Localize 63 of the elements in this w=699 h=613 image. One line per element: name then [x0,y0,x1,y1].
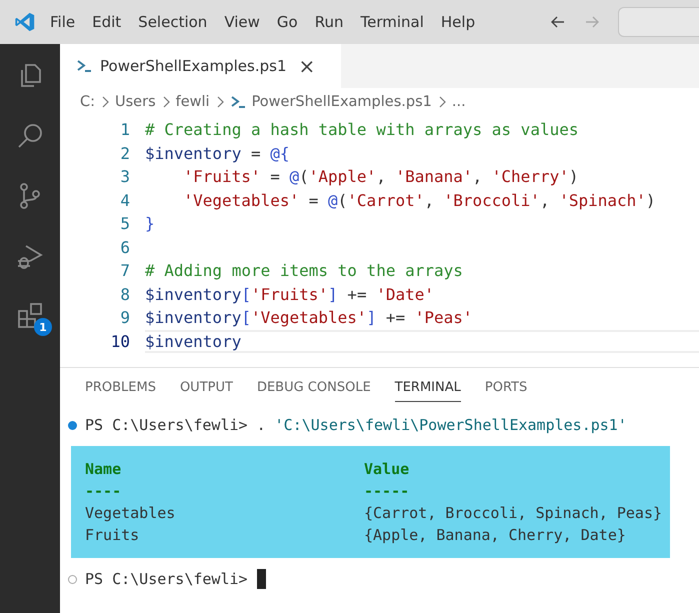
app-logo-icon[interactable] [14,11,36,33]
activity-button[interactable]: 1 [8,296,52,336]
code-line: $inventory['Vegetables'] += 'Peas' [145,308,473,328]
menu-item[interactable]: Selection [138,13,208,31]
menu-item[interactable]: Go [276,13,298,31]
column-header: Name [85,460,122,478]
chevron-icon [438,96,446,108]
line-number: 2 [119,144,131,163]
panel-tab[interactable]: TERMINAL [394,380,461,402]
powershell-icon [76,58,92,74]
breadcrumb-item[interactable]: Users [115,94,156,110]
search-icon [16,122,44,150]
menu-item[interactable]: Help [440,13,476,31]
terminal-prompt: PS C:\Users\fewli> [85,570,248,588]
header-underline: ----- [364,482,410,500]
chevron-icon [101,96,110,108]
panel-tab[interactable]: OUTPUT [180,380,233,402]
line-number: 8 [119,284,131,304]
menu-item[interactable]: View [224,13,260,31]
menu-item[interactable]: Edit [92,13,122,31]
panel-tab[interactable]: PORTS [484,380,528,402]
line-number: 10 [110,332,131,351]
table-cell: {Apple, Banana, Cherry, Date} [364,526,626,544]
code-line: $inventory['Fruits'] += 'Date' [145,284,434,304]
line-number: 1 [119,120,131,140]
code-line: # Adding more items to the arrays [145,261,463,280]
table-cell-text: Fruits [85,526,140,544]
line-number: 9 [119,308,131,328]
code-line: # Creating a hash table with arrays as values [145,120,578,140]
line-number: 3 [119,167,131,186]
table-cell-text: Vegetables [85,504,176,522]
tab-label: PowerShellExamples.ps1 [100,57,286,75]
code-line: } [145,214,155,234]
menu-item[interactable]: File [50,13,76,31]
back-arrow-icon[interactable] [550,14,566,30]
breadcrumb-item[interactable]: C: [80,94,96,110]
line-number: 4 [119,190,131,210]
table-cell: {Carrot, Broccoli, Spinach, Peas} [364,504,662,522]
chevron-icon [162,96,170,108]
breadcrumb-item[interactable]: ... [452,94,466,110]
notification-badge: 1 [34,318,52,336]
code-line: 'Vegetables' = @('Carrot', 'Broccoli', 'Spinach') [184,190,656,210]
breadcrumb-item[interactable]: PowerShellExamples.ps1 [252,94,432,110]
code-line: 'Fruits' = @('Apple', 'Banana', 'Cherry') [184,167,578,186]
column-header: Value [364,460,410,478]
extensions-icon [16,302,44,330]
panel-tab[interactable]: DEBUG CONSOLE [256,380,371,402]
header-underline: ---- [85,482,122,500]
powershell-icon [230,94,246,110]
line-number: 7 [119,261,131,280]
panel-tab[interactable]: PROBLEMS [85,380,156,402]
editor-tab[interactable]: PowerShellExamples.ps1 × [60,44,341,88]
line-number: 6 [119,238,131,257]
menu-item[interactable]: Run [314,13,344,31]
chevron-icon [216,96,224,108]
breadcrumb-item[interactable]: fewli [176,94,210,110]
code-line: $inventory = @{ [145,144,290,163]
text-cursor [256,569,266,589]
line-number: 5 [119,214,131,234]
terminal-command: PS C:\Users\fewli> . 'C:\Users\fewli\PowerShellExamples.ps1' [85,416,627,434]
menu-item[interactable]: Terminal [360,13,424,31]
code-line: $inventory [145,332,242,351]
close-icon[interactable]: × [298,54,316,78]
